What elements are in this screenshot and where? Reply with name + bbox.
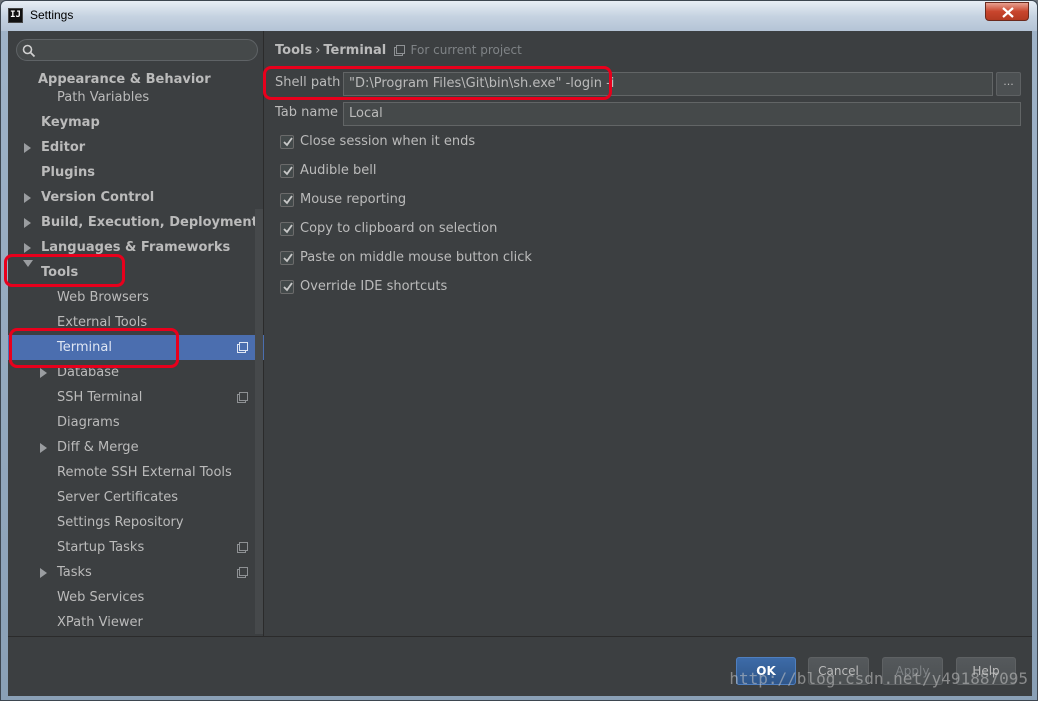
tree-item-build-execution-deployment[interactable]: Build, Execution, Deployment bbox=[41, 210, 258, 235]
close-icon bbox=[1002, 7, 1014, 18]
tree-item-ssh-terminal[interactable]: SSH Terminal bbox=[57, 385, 142, 410]
annotation-highlight-tools bbox=[4, 254, 125, 287]
tree-item-editor[interactable]: Editor bbox=[41, 135, 85, 160]
expand-arrow-icon[interactable] bbox=[40, 568, 47, 578]
tree-item-web-services[interactable]: Web Services bbox=[57, 585, 144, 610]
checkbox-label: Mouse reporting bbox=[300, 192, 407, 207]
checkbox-box[interactable] bbox=[280, 135, 294, 149]
checkmark-icon bbox=[283, 224, 293, 234]
checkbox-box[interactable] bbox=[280, 164, 294, 178]
checkmark-icon bbox=[283, 282, 293, 292]
checkbox-label: Override IDE shortcuts bbox=[300, 279, 448, 294]
tree-item-keymap[interactable]: Keymap bbox=[41, 110, 100, 135]
checkmark-icon bbox=[283, 195, 293, 205]
breadcrumb-separator: › bbox=[315, 43, 321, 58]
tree-item-settings-repository[interactable]: Settings Repository bbox=[57, 510, 184, 535]
project-level-icon bbox=[237, 567, 248, 578]
intellij-app-icon: IJ bbox=[8, 8, 23, 23]
tree-item-remote-ssh-external-tools[interactable]: Remote SSH External Tools bbox=[57, 460, 232, 485]
tree-item-xpath-viewer[interactable]: XPath Viewer bbox=[57, 610, 143, 635]
checkmark-icon bbox=[283, 166, 293, 176]
expand-arrow-icon[interactable] bbox=[24, 193, 31, 203]
checkmark-icon bbox=[283, 137, 293, 147]
breadcrumb: Tools › Terminal For current project bbox=[275, 43, 522, 58]
tree-item-path-variables[interactable]: Path Variables bbox=[57, 85, 149, 110]
search-icon bbox=[22, 44, 36, 58]
project-level-icon bbox=[237, 542, 248, 553]
expand-arrow-icon[interactable] bbox=[24, 218, 31, 228]
title-bar: IJ Settings bbox=[1, 1, 1037, 31]
project-level-icon bbox=[237, 392, 248, 403]
window-title: Settings bbox=[30, 8, 74, 22]
settings-search-input[interactable] bbox=[16, 39, 258, 61]
breadcrumb-parent: Tools bbox=[275, 43, 313, 58]
tab-name-label: Tab name bbox=[275, 105, 339, 120]
sidebar-scrollbar[interactable] bbox=[255, 209, 263, 634]
shell-path-browse-button[interactable]: ... bbox=[996, 72, 1021, 96]
breadcrumb-current: Terminal bbox=[323, 43, 387, 58]
tree-item-version-control[interactable]: Version Control bbox=[41, 185, 154, 210]
tab-name-input[interactable]: Local bbox=[343, 102, 1021, 126]
expand-arrow-icon[interactable] bbox=[24, 243, 31, 253]
expand-arrow-icon[interactable] bbox=[24, 143, 31, 153]
project-level-icon bbox=[394, 45, 406, 56]
tree-item-web-browsers[interactable]: Web Browsers bbox=[57, 285, 149, 310]
checkmark-icon bbox=[283, 253, 293, 263]
tree-item-plugins[interactable]: Plugins bbox=[41, 160, 95, 185]
window-close-button[interactable] bbox=[985, 2, 1029, 21]
dialog-button-bar: OK Cancel Apply Help http://blog.csdn.ne… bbox=[8, 636, 1032, 696]
watermark-text: http://blog.csdn.net/y491887095 bbox=[729, 669, 1028, 688]
tree-item-diagrams[interactable]: Diagrams bbox=[57, 410, 120, 435]
checkbox-label: Close session when it ends bbox=[300, 134, 476, 149]
annotation-highlight-shell-path bbox=[263, 66, 612, 100]
checkbox-box[interactable] bbox=[280, 280, 294, 294]
checkbox-box[interactable] bbox=[280, 251, 294, 265]
checkbox-box[interactable] bbox=[280, 222, 294, 236]
annotation-highlight-terminal bbox=[9, 328, 179, 368]
expand-arrow-icon[interactable] bbox=[40, 368, 47, 378]
tree-item-tasks[interactable]: Tasks bbox=[57, 560, 92, 585]
checkbox-label: Paste on middle mouse button click bbox=[300, 250, 532, 265]
checkbox-label: Copy to clipboard on selection bbox=[300, 221, 498, 236]
tree-item-diff-merge[interactable]: Diff & Merge bbox=[57, 435, 139, 460]
settings-content-panel: Tools › Terminal For current project Shell… bbox=[265, 31, 1032, 636]
breadcrumb-scope-hint: For current project bbox=[410, 43, 522, 57]
project-level-icon bbox=[237, 342, 248, 353]
checkbox-box[interactable] bbox=[280, 193, 294, 207]
expand-arrow-icon[interactable] bbox=[40, 443, 47, 453]
tree-item-server-certificates[interactable]: Server Certificates bbox=[57, 485, 178, 510]
checkbox-label: Audible bell bbox=[300, 163, 377, 178]
tree-item-startup-tasks[interactable]: Startup Tasks bbox=[57, 535, 144, 560]
